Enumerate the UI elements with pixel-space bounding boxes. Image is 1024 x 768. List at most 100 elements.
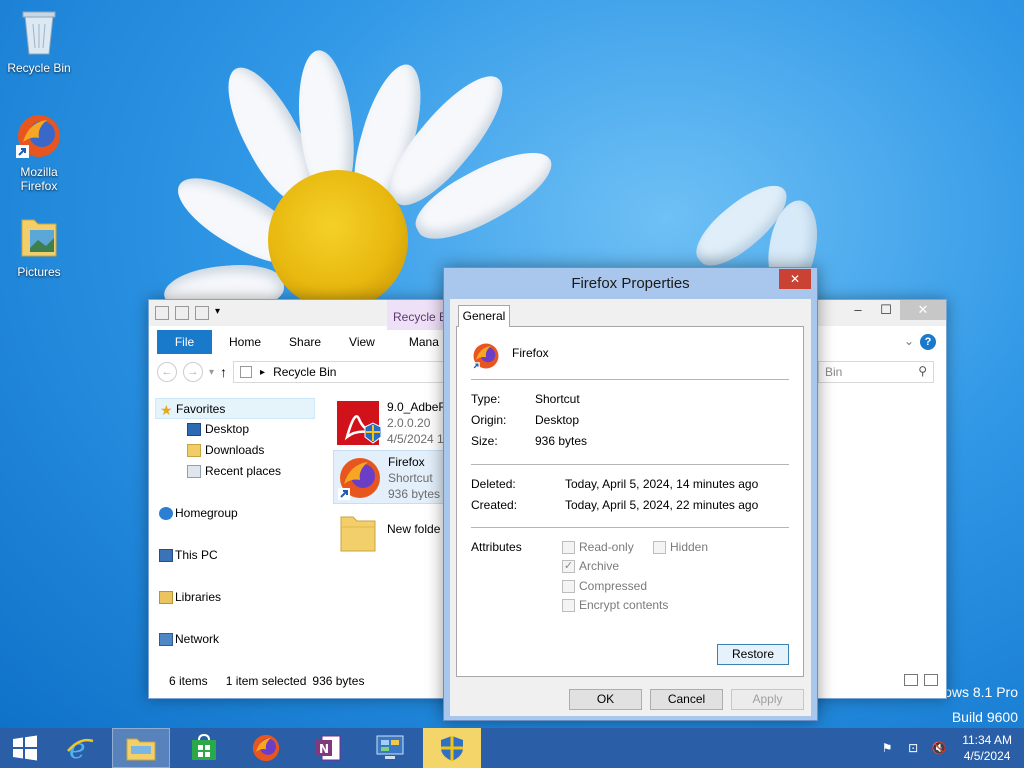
list-item-selected[interactable]: Firefox Shortcut 936 bytes [333,450,453,504]
recycle-bin-icon [1,8,77,59]
volume-muted-icon[interactable]: 🔇 [931,741,947,755]
search-icon[interactable]: ⚲ [918,364,927,378]
ribbon-expand-icon[interactable]: ⌄ [904,334,914,348]
build-watermark: Build 9600 [951,709,1018,725]
archive-checkbox[interactable]: ✓ Archive [562,559,619,573]
address-bar[interactable]: ▸ Recycle Bin [233,361,474,383]
file-name: New folde [387,522,441,536]
sidebar-item-network[interactable]: Network [155,629,315,650]
search-input[interactable]: Bin ⚲ [818,361,934,383]
taskbar-security-shield[interactable] [423,728,481,768]
file-list: 9.0_AdbeR 2.0.0.20 4/5/2024 1 Firefox Sh… [333,396,453,558]
desktop-icon-label: Pictures [17,265,61,279]
maximize-icon[interactable]: ☐ [872,300,900,320]
checkbox-label: Compressed [579,579,648,593]
tab-view[interactable]: View [335,330,389,354]
close-icon[interactable]: ✕ [900,300,946,320]
hidden-checkbox[interactable]: Hidden [653,540,708,554]
desktop-icon-recycle-bin[interactable]: Recycle Bin [1,8,77,75]
general-panel: Firefox Type: Shortcut Origin: Desktop S… [456,326,804,677]
breadcrumb-chevron-icon[interactable]: ▸ [260,367,265,378]
quick-access-toolbar: ▾ [155,306,229,320]
deleted-value: Today, April 5, 2024, 14 minutes ago [565,477,759,491]
desktop-icon-firefox[interactable]: Mozilla Firefox [1,112,77,193]
status-bar: 6 items 1 item selected 936 bytes [169,674,364,688]
shield-icon [441,736,463,761]
taskbar-firefox[interactable] [237,728,295,768]
clock[interactable]: 11:34 AM 4/5/2024 [952,732,1024,764]
file-name: 9.0_AdbeR [387,400,448,414]
attributes-label: Attributes [471,540,522,554]
taskbar-onenote[interactable]: N [299,728,357,768]
list-item[interactable]: New folde [333,504,453,558]
taskbar-store[interactable] [175,728,233,768]
folder-qat-icon[interactable] [195,306,209,320]
sidebar-item-downloads[interactable]: Downloads [155,440,315,461]
encrypt-checkbox[interactable]: Encrypt contents [562,598,668,612]
size-value: 936 bytes [535,434,588,448]
list-item[interactable]: 9.0_AdbeR 2.0.0.20 4/5/2024 1 [333,396,453,450]
pdf-installer-icon [335,399,383,447]
sidebar-item-recent-places[interactable]: Recent places [155,461,315,482]
tab-file[interactable]: File [157,330,212,354]
back-icon[interactable]: ← [157,362,177,382]
file-detail: Shortcut [388,471,433,485]
large-icons-view-icon[interactable] [924,674,938,686]
size-row: Size: 936 bytes [471,434,587,448]
taskbar-internet-explorer[interactable]: e [51,728,109,768]
checkbox-icon [562,540,575,554]
readonly-checkbox[interactable]: Read-only [562,540,634,554]
type-row: Type: Shortcut [471,392,580,406]
cancel-button[interactable]: Cancel [650,689,723,710]
tab-home[interactable]: Home [215,330,275,354]
sidebar-item-favorites[interactable]: ★ Favorites [155,398,315,419]
sidebar-item-libraries[interactable]: Libraries [155,587,315,608]
breadcrumb[interactable]: Recycle Bin [273,365,336,379]
firefox-icon [252,734,280,762]
help-icon[interactable]: ? [920,334,936,350]
recent-locations-icon[interactable]: ▾ [209,367,214,378]
dialog-titlebar[interactable]: Firefox Properties ✕ [444,268,817,299]
sidebar-item-label: Favorites [176,402,226,416]
windows-logo-icon [13,735,37,761]
ok-button[interactable]: OK [569,689,642,710]
taskbar-file-explorer[interactable] [112,728,170,768]
onenote-icon: N [316,735,341,761]
origin-label: Origin: [471,413,507,427]
properties-dialog: Firefox Properties ✕ General Firefox Typ… [443,267,818,721]
selection-count: 1 item selected [225,674,307,688]
desktop-icon-pictures[interactable]: Pictures [1,214,77,279]
network-icon[interactable]: ⊡ [905,741,921,755]
created-label: Created: [471,498,518,512]
file-detail: 936 bytes [388,487,441,500]
start-button[interactable] [0,728,50,768]
close-icon[interactable]: ✕ [779,269,811,289]
checkbox-label: Hidden [670,540,709,554]
sidebar-item-desktop[interactable]: Desktop [155,419,315,440]
file-detail: 2.0.0.20 [387,416,431,430]
up-icon[interactable]: ↑ [220,364,227,380]
qat-dropdown-icon[interactable]: ▾ [215,306,229,320]
minimize-icon[interactable]: – [844,300,872,320]
forward-icon[interactable]: → [183,362,203,382]
action-center-flag-icon[interactable]: ⚑ [879,741,895,755]
tab-share[interactable]: Share [275,330,335,354]
divider [471,464,789,465]
taskbar-control-panel[interactable] [361,728,419,768]
compressed-checkbox[interactable]: Compressed [562,579,647,593]
sidebar-item-homegroup[interactable]: Homegroup [155,503,315,524]
firefox-icon [471,341,501,374]
restore-button[interactable]: Restore [717,644,789,665]
edition-watermark: ows 8.1 Pro [944,684,1018,700]
network-icon [159,633,173,646]
clock-date: 4/5/2024 [963,749,1011,763]
details-view-icon[interactable] [904,674,918,686]
sidebar-item-label: Downloads [205,443,265,457]
apply-button[interactable]: Apply [731,689,804,710]
tab-general[interactable]: General [458,305,510,327]
navigation-pane: ★ Favorites Desktop Downloads Recent pla… [155,398,315,650]
properties-qat-icon[interactable] [175,306,189,320]
sidebar-item-this-pc[interactable]: This PC [155,545,315,566]
folder-icon [335,507,383,555]
flower-center [268,170,408,310]
